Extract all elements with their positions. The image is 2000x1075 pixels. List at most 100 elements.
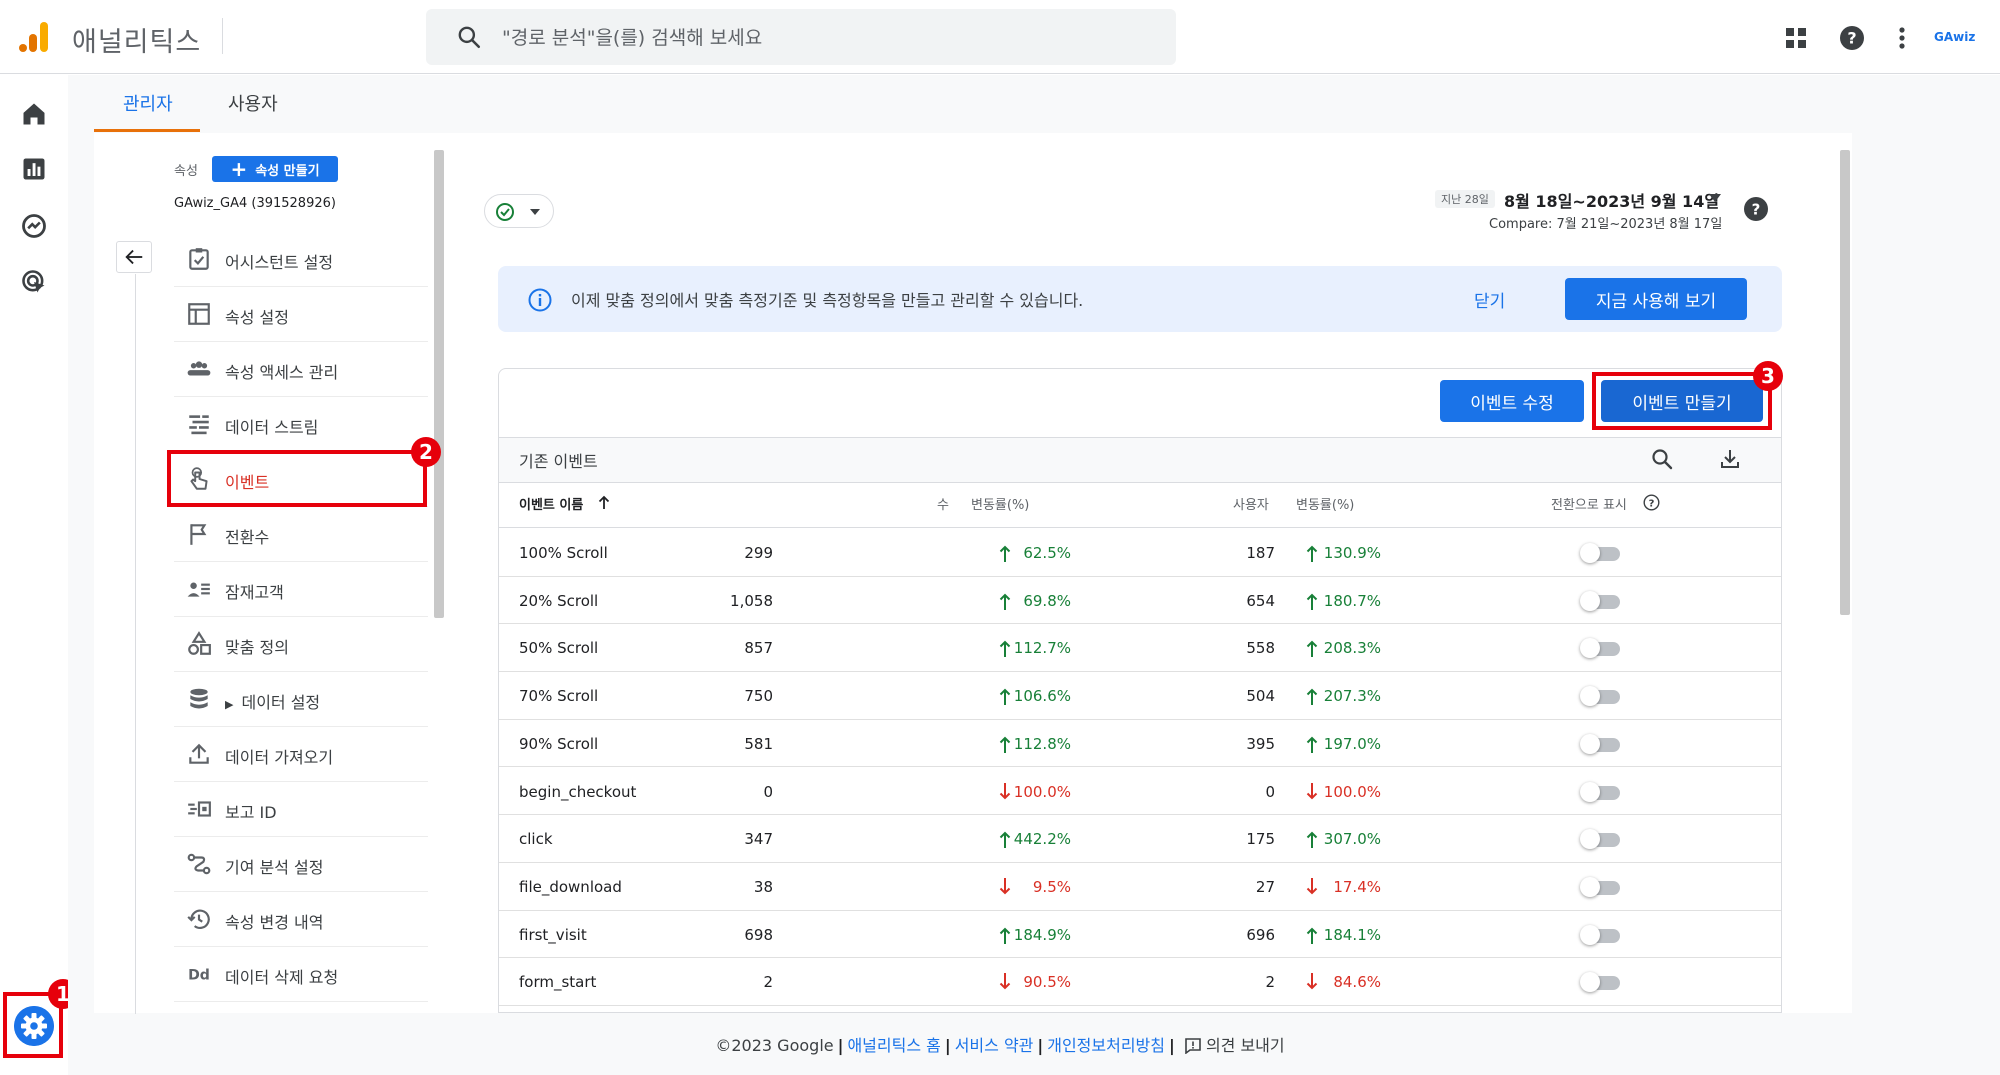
nav-item-audiences[interactable]: 잠재고객 [174, 562, 428, 617]
feedback-button[interactable]: 의견 보내기 [1184, 1036, 1285, 1055]
event-name[interactable]: first_visit [519, 926, 587, 944]
tab-user[interactable]: 사용자 [228, 90, 278, 116]
table-row[interactable]: 50% Scroll 857 112.7% 558 208.3% [499, 624, 1781, 673]
help-icon[interactable]: ? [1838, 24, 1866, 52]
table-row[interactable]: 20% Scroll 1,058 69.8% 654 180.7% [499, 577, 1781, 625]
nav-item-data-deletion[interactable]: Dd 데이터 삭제 요청 [174, 947, 428, 1002]
nav-item-data-import[interactable]: 데이터 가져오기 [174, 727, 428, 782]
nav-item-reporting-id[interactable]: 보고 ID [174, 782, 428, 837]
conversion-toggle[interactable] [1580, 829, 1622, 850]
table-row[interactable]: begin_checkout 0 100.0% 0 100.0% [499, 768, 1781, 816]
reports-icon[interactable] [20, 155, 48, 183]
search-icon [458, 26, 481, 49]
property-label: 속성 [174, 164, 198, 179]
table-row[interactable]: form_start 2 90.5% 2 84.6% [499, 958, 1781, 1006]
download-icon[interactable] [1718, 447, 1742, 471]
nav-item-data-streams[interactable]: 데이터 스트림 [174, 397, 428, 452]
explore-icon[interactable] [20, 212, 48, 240]
nav-item-custom-definitions[interactable]: 맞춤 정의 [174, 617, 428, 672]
property-name[interactable]: GAwiz_GA4 (391528926) [174, 196, 336, 211]
nav-item-attribution[interactable]: 기여 분석 설정 [174, 837, 428, 892]
help-icon[interactable]: ? [1743, 196, 1769, 222]
event-name[interactable]: 70% Scroll [519, 687, 598, 705]
expand-arrow-icon: ▶ [225, 698, 234, 711]
trend-down-arrow-icon [1306, 877, 1318, 895]
nav-item-label: 어시스턴트 설정 [225, 253, 334, 272]
footer-link-privacy[interactable]: 개인정보처리방침 [1047, 1036, 1165, 1055]
table-row[interactable]: 90% Scroll 581 112.8% 395 197.0% [499, 720, 1781, 768]
nav-item-change-history[interactable]: 속성 변경 내역 [174, 892, 428, 947]
conversion-toggle[interactable] [1580, 876, 1622, 897]
nav-item-property-settings[interactable]: 속성 설정 [174, 287, 428, 342]
try-now-button[interactable]: 지금 사용해 보기 [1565, 278, 1747, 320]
data-status-chip[interactable] [484, 194, 554, 228]
conversion-toggle[interactable] [1580, 972, 1622, 993]
trend-down-arrow-icon [1306, 782, 1318, 799]
sort-arrow-up-icon[interactable] [597, 494, 611, 510]
tab-admin-label[interactable]: 관리자 [123, 90, 173, 116]
home-icon[interactable] [20, 100, 48, 128]
event-name[interactable]: file_download [519, 878, 622, 896]
users-change: 84.6% [1333, 973, 1381, 992]
count-change: 112.8% [1013, 734, 1071, 753]
count-change: 106.6% [1013, 687, 1071, 706]
event-name[interactable]: 90% Scroll [519, 735, 598, 753]
more-vert-icon[interactable] [1893, 24, 1911, 52]
column-header-users[interactable]: 사용자 [1233, 494, 1269, 513]
conversion-toggle[interactable] [1580, 543, 1622, 563]
date-range-picker[interactable]: 8월 18일~2023년 9월 14일 [1504, 188, 1719, 212]
table-row[interactable]: first_visit 698 184.9% 696 184.1% [499, 911, 1781, 959]
dropdown-arrow-icon[interactable] [1708, 193, 1722, 203]
conversion-toggle[interactable] [1580, 781, 1622, 802]
event-name[interactable]: 100% Scroll [519, 544, 608, 562]
conversion-toggle[interactable] [1580, 733, 1622, 754]
analytics-logo[interactable] [18, 20, 50, 54]
search-placeholder[interactable]: "경로 분석"을(를) 검색해 보세요 [502, 23, 762, 50]
table-row[interactable]: click 347 442.2% 175 307.0% [499, 815, 1781, 863]
nav-item-label: 전환수 [225, 528, 270, 547]
nav-item-access-management[interactable]: 속성 액세스 관리 [174, 342, 428, 397]
back-button[interactable] [116, 241, 152, 273]
footer-link-terms[interactable]: 서비스 약관 [955, 1036, 1034, 1055]
footer-link-analytics-home[interactable]: 애널리틱스 홈 [847, 1036, 940, 1055]
conversion-toggle[interactable] [1580, 686, 1622, 707]
event-users: 27 [1255, 877, 1275, 896]
search-icon[interactable] [1650, 447, 1674, 471]
event-name[interactable]: form_start [519, 973, 596, 991]
trend-down-arrow-icon [999, 973, 1011, 990]
conversion-toggle[interactable] [1580, 638, 1622, 659]
users-change: 180.7% [1323, 591, 1381, 610]
trend-up-arrow-icon [1306, 640, 1318, 658]
column-header-event-name[interactable]: 이벤트 이름 [519, 494, 583, 513]
nav-item-assistant[interactable]: 어시스턴트 설정 [174, 232, 428, 287]
nav-scrollbar[interactable] [434, 150, 444, 618]
trend-down-arrow-icon [1306, 973, 1318, 990]
svg-text:Dd: Dd [188, 967, 210, 983]
create-property-button[interactable]: + 속성 만들기 [212, 156, 338, 182]
column-header-count[interactable]: 수 [937, 494, 949, 513]
period-chip: 지난 28일 [1435, 190, 1495, 208]
account-label[interactable]: GAwiz [1934, 30, 1975, 44]
conversion-toggle[interactable] [1580, 590, 1622, 611]
help-icon[interactable]: ? [1643, 494, 1660, 511]
conversion-toggle[interactable] [1580, 924, 1622, 945]
table-row[interactable]: file_download 38 9.5% 27 17.4% [499, 863, 1781, 911]
nav-item-label: 데이터 스트림 [225, 418, 319, 437]
table-row[interactable]: 70% Scroll 750 106.6% 504 207.3% [499, 672, 1781, 720]
event-name[interactable]: 50% Scroll [519, 639, 598, 657]
trend-up-arrow-icon [1306, 736, 1318, 753]
modify-event-button[interactable]: 이벤트 수정 [1440, 380, 1584, 422]
main-scrollbar[interactable] [1840, 150, 1850, 615]
nav-item-data-settings[interactable]: ▶ 데이터 설정 [174, 672, 428, 727]
advertising-icon[interactable] [20, 268, 48, 296]
event-name[interactable]: 20% Scroll [519, 592, 598, 610]
event-name[interactable]: begin_checkout [519, 783, 636, 801]
nav-item-label: 보고 ID [225, 803, 277, 822]
trend-up-arrow-icon [999, 593, 1011, 610]
apps-grid-icon[interactable] [1784, 26, 1808, 50]
event-name[interactable]: click [519, 830, 553, 848]
table-row[interactable]: 100% Scroll 299 62.5% 187 130.9% [499, 529, 1781, 577]
close-banner-button[interactable]: 닫기 [1474, 287, 1505, 312]
nav-item-conversions[interactable]: 전환수 [174, 507, 428, 562]
column-header-conversion: 전환으로 표시 [1551, 498, 1627, 513]
